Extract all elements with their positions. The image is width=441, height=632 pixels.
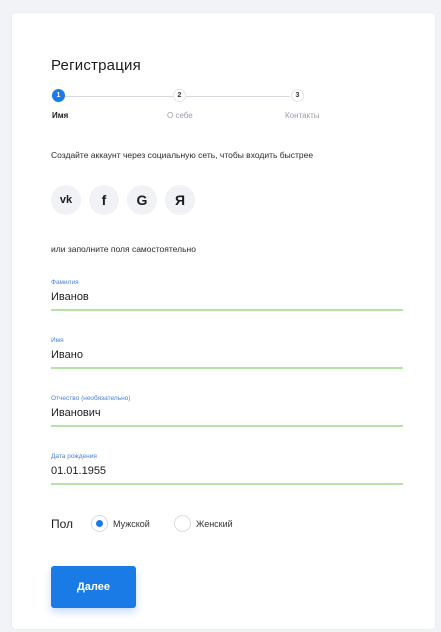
field-underline	[51, 483, 403, 485]
last-name-input[interactable]: Иванов	[51, 291, 403, 303]
step-2-label: О себе	[167, 111, 193, 120]
birth-date-label: Дата рождения	[51, 453, 97, 460]
step-1-indicator[interactable]: 1	[52, 89, 65, 102]
gender-option-female[interactable]: Женский	[174, 515, 233, 532]
radio-checked-icon[interactable]	[91, 515, 108, 532]
google-login-button[interactable]: G	[127, 185, 157, 215]
gender-option-label: Мужской	[113, 518, 150, 529]
next-button[interactable]: Далее	[51, 566, 136, 608]
birth-date-input[interactable]: 01.01.1955	[51, 465, 403, 477]
field-underline	[51, 309, 403, 311]
step-2-indicator[interactable]: 2	[173, 89, 186, 102]
social-login-hint: Создайте аккаунт через социальную сеть, …	[51, 150, 314, 160]
manual-entry-hint: или заполните поля самостоятельно	[51, 244, 196, 254]
yandex-icon: Я	[174, 192, 186, 208]
registration-card: Регистрация 1 2 3 Имя О себе Контакты Со…	[12, 13, 435, 629]
patronymic-label: Отчество (необязательно)	[51, 395, 131, 402]
patronymic-input[interactable]: Иванович	[51, 407, 403, 419]
vk-icon: vk	[59, 194, 73, 206]
first-name-field[interactable]: Имя Ивано	[51, 337, 403, 369]
field-underline	[51, 367, 403, 369]
first-name-input[interactable]: Ивано	[51, 349, 403, 361]
gender-option-label: Женский	[196, 518, 233, 529]
last-name-label: Фамилия	[51, 279, 79, 286]
step-1-label: Имя	[52, 111, 69, 120]
stepper-line	[64, 96, 173, 97]
first-name-label: Имя	[51, 337, 64, 344]
page-title: Регистрация	[51, 57, 141, 74]
facebook-login-button[interactable]: f	[89, 185, 119, 215]
google-icon: G	[136, 192, 148, 208]
birth-date-field[interactable]: Дата рождения 01.01.1955	[51, 453, 403, 485]
vk-login-button[interactable]: vk	[51, 185, 81, 215]
facebook-icon: f	[101, 192, 107, 208]
step-3-indicator[interactable]: 3	[291, 89, 304, 102]
yandex-login-button[interactable]: Я	[165, 185, 195, 215]
last-name-field[interactable]: Фамилия Иванов	[51, 279, 403, 311]
step-3-label: Контакты	[285, 111, 320, 120]
gender-option-male[interactable]: Мужской	[91, 515, 150, 532]
field-underline	[51, 425, 403, 427]
radio-unchecked-icon[interactable]	[174, 515, 191, 532]
stepper-line	[184, 96, 290, 97]
patronymic-field[interactable]: Отчество (необязательно) Иванович	[51, 395, 403, 427]
gender-label: Пол	[51, 517, 74, 531]
